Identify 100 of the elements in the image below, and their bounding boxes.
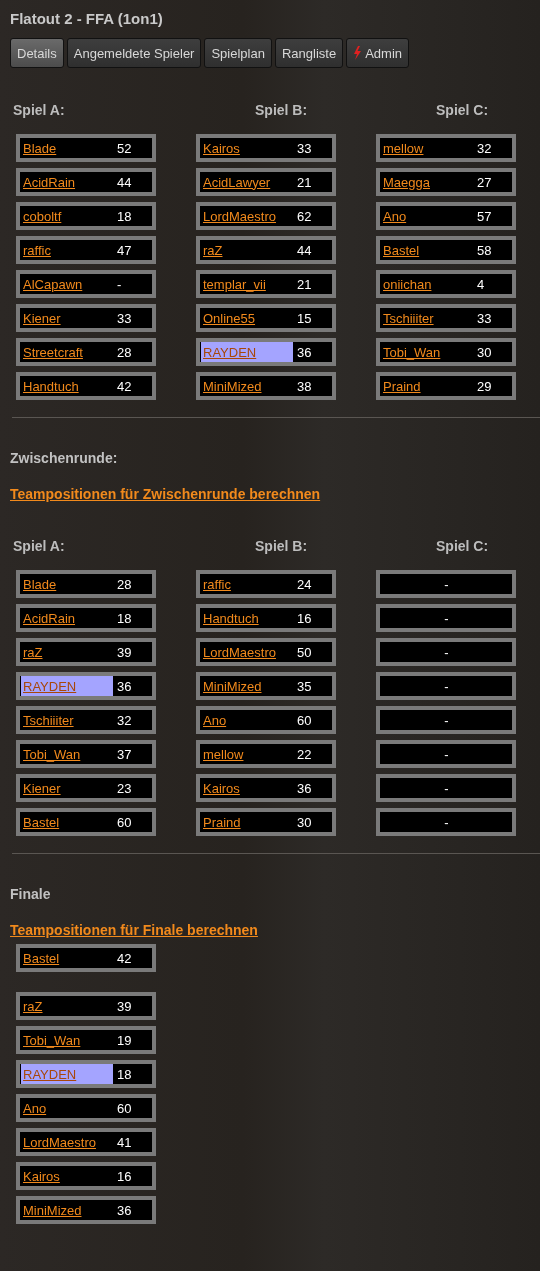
player-link[interactable]: Praind <box>381 378 421 394</box>
score: 44 <box>116 174 132 190</box>
score: 60 <box>296 712 312 728</box>
score: 22 <box>296 746 312 762</box>
calculate-link[interactable]: Teampositionen für Finale berechnen <box>10 920 258 940</box>
score: 18 <box>116 1066 132 1082</box>
player-link[interactable]: Tschiiiter <box>381 310 434 326</box>
score: 50 <box>296 644 312 660</box>
score: 60 <box>116 1100 132 1116</box>
player-link[interactable]: Kairos <box>201 140 240 156</box>
score: 35 <box>296 678 312 694</box>
player-link[interactable]: LordMaestro <box>201 208 276 224</box>
player-link[interactable]: Bastel <box>21 950 60 966</box>
player-link[interactable]: Ano <box>201 712 227 728</box>
calculate-link[interactable]: Teampositionen für Zwischenrunde berechnen <box>10 484 321 504</box>
player-link[interactable]: Tobi_Wan <box>381 344 441 360</box>
game-heading: Spiel A: <box>13 102 65 118</box>
player-link[interactable]: MiniMized <box>201 378 262 394</box>
score: 28 <box>116 576 132 592</box>
score: - <box>443 576 450 592</box>
player-link[interactable]: LordMaestro <box>201 644 276 660</box>
player-link[interactable]: mellow <box>381 140 424 156</box>
score: - <box>443 712 450 728</box>
player-link[interactable]: AcidLawyer <box>201 174 271 190</box>
player-link[interactable]: Kiener <box>21 780 61 796</box>
score: 41 <box>116 1134 132 1150</box>
score: 18 <box>116 208 132 224</box>
score: 52 <box>116 140 132 156</box>
score: 28 <box>116 344 132 360</box>
score: - <box>443 644 450 660</box>
score: - <box>443 814 450 830</box>
player-link[interactable]: raZ <box>21 998 43 1014</box>
tab[interactable]: Admin <box>346 38 409 68</box>
score: 37 <box>116 746 132 762</box>
score: 19 <box>116 1032 132 1048</box>
player-link[interactable]: MiniMized <box>21 1202 82 1218</box>
score: 60 <box>116 814 132 830</box>
tab[interactable]: Rangliste <box>274 38 344 68</box>
player-link[interactable]: Kairos <box>201 780 240 796</box>
score: 18 <box>116 610 132 626</box>
player-link[interactable]: Online55 <box>201 310 256 326</box>
score: 44 <box>296 242 312 258</box>
player-link[interactable]: Tobi_Wan <box>21 1032 81 1048</box>
player-link[interactable]: raZ <box>21 644 43 660</box>
player-link[interactable]: Blade <box>21 576 57 592</box>
player-link[interactable]: templar_vii <box>201 276 266 292</box>
page-title: Flatout 2 - FFA (1on1) <box>9 9 164 29</box>
player-link[interactable]: LordMaestro <box>21 1134 96 1150</box>
tab[interactable]: Spielplan <box>204 38 272 68</box>
player-link[interactable]: raffic <box>201 576 231 592</box>
player-link[interactable]: Handtuch <box>21 378 79 394</box>
score: 27 <box>476 174 492 190</box>
player-link[interactable]: Praind <box>201 814 241 830</box>
score: 32 <box>116 712 132 728</box>
score: 4 <box>476 276 485 292</box>
player-link[interactable]: Kairos <box>21 1168 60 1184</box>
player-link[interactable]: AcidRain <box>21 610 76 626</box>
score: 16 <box>116 1168 132 1184</box>
player-link[interactable]: mellow <box>201 746 244 762</box>
player-link[interactable]: AlCapawn <box>21 276 83 292</box>
score: 62 <box>296 208 312 224</box>
score: 33 <box>476 310 492 326</box>
score: 21 <box>296 276 312 292</box>
player-link[interactable]: Streetcraft <box>21 344 83 360</box>
player-link[interactable]: Kiener <box>21 310 61 326</box>
player-link[interactable]: Blade <box>21 140 57 156</box>
score: 36 <box>116 678 132 694</box>
player-link[interactable]: Bastel <box>381 242 420 258</box>
player-link[interactable]: Ano <box>21 1100 47 1116</box>
section-title: Finale <box>9 885 52 904</box>
score: - <box>443 678 450 694</box>
game-heading: Spiel C: <box>436 538 489 554</box>
tab[interactable]: Angemeldete Spieler <box>66 38 202 68</box>
game-heading: Spiel A: <box>13 538 65 554</box>
player-link[interactable]: Tschiiiter <box>21 712 74 728</box>
score: 36 <box>296 780 312 796</box>
player-link[interactable]: raZ <box>201 242 223 258</box>
player-link[interactable]: MiniMized <box>201 678 262 694</box>
score: 32 <box>476 140 492 156</box>
player-link[interactable]: coboltf <box>21 208 62 224</box>
score: 33 <box>116 310 132 326</box>
game-heading: Spiel B: <box>255 102 308 118</box>
player-link[interactable]: raffic <box>21 242 51 258</box>
score: 42 <box>116 378 132 394</box>
score: - <box>443 746 450 762</box>
player-link[interactable]: oniichan <box>381 276 432 292</box>
score: 21 <box>296 174 312 190</box>
game-heading: Spiel C: <box>436 102 489 118</box>
score: 24 <box>296 576 312 592</box>
player-link[interactable]: Handtuch <box>201 610 259 626</box>
player-link[interactable]: Tobi_Wan <box>21 746 81 762</box>
player-link[interactable]: AcidRain <box>21 174 76 190</box>
score: - <box>443 610 450 626</box>
player-link[interactable]: Bastel <box>21 814 60 830</box>
score: - <box>116 276 122 292</box>
score: 30 <box>296 814 312 830</box>
player-link[interactable]: Maegga <box>381 174 430 190</box>
player-link[interactable]: Ano <box>381 208 407 224</box>
score: 36 <box>296 344 312 360</box>
tab[interactable]: Details <box>10 38 64 68</box>
